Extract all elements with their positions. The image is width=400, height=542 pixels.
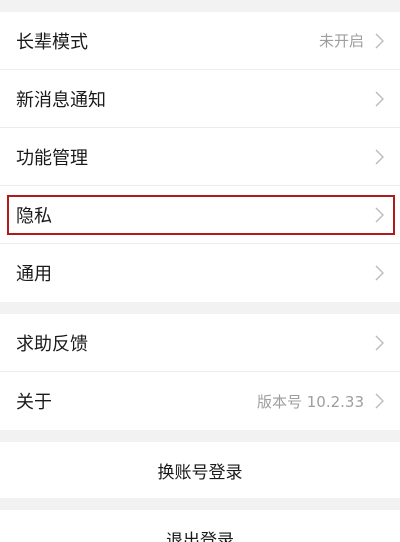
chevron-right-icon [374, 393, 384, 409]
settings-group-main: 长辈模式 未开启 新消息通知 功能管理 隐私 通用 [0, 12, 400, 302]
group-spacer [0, 498, 400, 510]
version-value: 版本号 10.2.33 [256, 392, 364, 411]
row-label: 通用 [16, 264, 52, 285]
settings-screen: 长辈模式 未开启 新消息通知 功能管理 隐私 通用 求助反馈 关于 版本号 10… [0, 0, 400, 542]
group-spacer [0, 430, 400, 442]
chevron-right-icon [374, 334, 384, 351]
chevron-right-icon [374, 90, 384, 107]
row-value: 未开启 [318, 32, 364, 50]
settings-row-help-feedback[interactable]: 求助反馈 [0, 314, 400, 372]
logout-button[interactable]: 退出登录 [0, 510, 400, 542]
settings-row-privacy[interactable]: 隐私 [0, 186, 400, 244]
chevron-right-icon [374, 206, 384, 223]
settings-row-feature-management[interactable]: 功能管理 [0, 128, 400, 186]
settings-row-general[interactable]: 通用 [0, 244, 400, 302]
row-label: 求助反馈 [16, 333, 88, 355]
row-label: 隐私 [16, 205, 52, 227]
group-spacer [0, 302, 400, 314]
row-label: 功能管理 [16, 147, 88, 169]
settings-row-elder-mode[interactable]: 长辈模式 未开启 [0, 12, 400, 70]
switch-account-button[interactable]: 换账号登录 [0, 442, 400, 498]
row-label: 长辈模式 [16, 31, 88, 53]
settings-row-notifications[interactable]: 新消息通知 [0, 70, 400, 128]
settings-row-about[interactable]: 关于 版本号 10.2.33 [0, 372, 400, 430]
top-spacer [0, 0, 400, 12]
row-label: 关于 [16, 392, 52, 413]
chevron-right-icon [374, 148, 384, 165]
chevron-right-icon [374, 265, 384, 281]
settings-group-help: 求助反馈 关于 版本号 10.2.33 [0, 314, 400, 430]
row-label: 新消息通知 [16, 89, 106, 111]
chevron-right-icon [374, 32, 384, 49]
